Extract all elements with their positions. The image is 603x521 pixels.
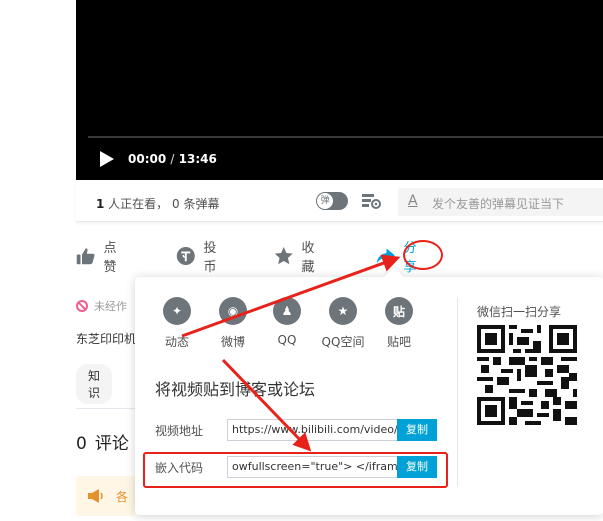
danmaku-settings-icon[interactable]: [361, 192, 381, 210]
like-button[interactable]: 点赞: [76, 240, 123, 275]
viewer-count: 1 人正在看， 0 条弹幕: [96, 195, 219, 212]
thumbs-up-icon: [76, 248, 95, 265]
qq-icon: ♟: [273, 297, 301, 325]
comments-header: 0 评论: [76, 429, 129, 454]
share-dynamic-label: 动态: [164, 335, 189, 349]
coin-label: 投币: [203, 241, 217, 275]
qzone-icon: ★: [329, 297, 357, 325]
danmaku-input[interactable]: A 发个友善的弹幕见证当下: [398, 188, 603, 216]
notice-text: 未经作: [94, 300, 127, 313]
qr-title: 微信扫一扫分享: [477, 305, 562, 319]
video-url-field[interactable]: https://www.bilibili.com/video/E: [227, 419, 397, 441]
video-tag[interactable]: 知识: [76, 364, 113, 404]
progress-bar[interactable]: [88, 136, 603, 138]
video-player[interactable]: 00:00 / 13:46: [76, 0, 603, 180]
section-divider: [76, 408, 136, 409]
favorite-label: 收藏: [301, 241, 315, 275]
megaphone-icon: [88, 489, 103, 503]
share-tieba-label: 贴吧: [386, 335, 411, 349]
viewer-text: 人正在看， 0 条弹幕: [104, 197, 220, 211]
coin-icon: [176, 247, 195, 265]
favorite-button[interactable]: 收藏: [274, 240, 321, 275]
danmaku-placeholder: 发个友善的弹幕见证当下: [432, 197, 565, 211]
weibo-icon: ◉: [219, 297, 247, 325]
announcement-text: 各: [116, 490, 129, 504]
like-label: 点赞: [103, 241, 117, 275]
video-description: 东芝印印机: [76, 332, 137, 346]
embed-title: 将视频贴到博客或论坛: [155, 380, 316, 399]
popup-divider: [457, 297, 458, 487]
share-qzone[interactable]: ★ QQ空间: [313, 297, 373, 350]
share-weibo-label: 微博: [220, 335, 245, 349]
share-qq[interactable]: ♟ QQ: [257, 297, 317, 347]
danmaku-style-icon[interactable]: A: [408, 193, 418, 209]
star-icon: [274, 247, 293, 265]
tieba-icon: 贴: [385, 297, 413, 325]
qr-code: [477, 325, 577, 425]
share-qzone-label: QQ空间: [321, 335, 365, 349]
video-page: 00:00 / 13:46 1 人正在看， 0 条弹幕 弹 A 发个友善的弹幕见…: [0, 0, 603, 521]
share-qq-label: QQ: [277, 333, 297, 347]
annotation-box: [143, 452, 448, 488]
play-icon[interactable]: [100, 151, 114, 167]
video-url-label: 视频地址: [155, 423, 204, 438]
share-arrow-icon: [376, 248, 395, 264]
share-tieba[interactable]: 贴 贴吧: [369, 297, 429, 350]
comments-label: 评论: [94, 434, 129, 454]
time-display: 00:00 / 13:46: [128, 152, 217, 166]
time-separator: /: [170, 152, 175, 166]
copyright-notice: 未经作: [76, 298, 127, 314]
share-weibo[interactable]: ◉ 微博: [203, 297, 263, 350]
comments-count: 0: [76, 434, 87, 454]
share-dynamic[interactable]: ✦ 动态: [147, 297, 207, 350]
danmaku-bar: 1 人正在看， 0 条弹幕 弹 A 发个友善的弹幕见证当下: [76, 180, 603, 222]
annotation-circle: [403, 240, 443, 270]
duration: 13:46: [178, 152, 217, 166]
danmaku-toggle-knob: 弹: [317, 193, 333, 209]
video-url-row: 视频地址 https://www.bilibili.com/video/E 复制: [155, 419, 437, 441]
dynamic-icon: ✦: [163, 297, 191, 325]
coin-button[interactable]: 投币: [176, 240, 223, 275]
copy-url-button[interactable]: 复制: [397, 419, 437, 441]
announcement-bar: 各: [76, 476, 136, 516]
danmaku-toggle[interactable]: 弹: [316, 192, 348, 210]
forbidden-icon: [76, 300, 88, 312]
current-time: 00:00: [128, 152, 167, 166]
